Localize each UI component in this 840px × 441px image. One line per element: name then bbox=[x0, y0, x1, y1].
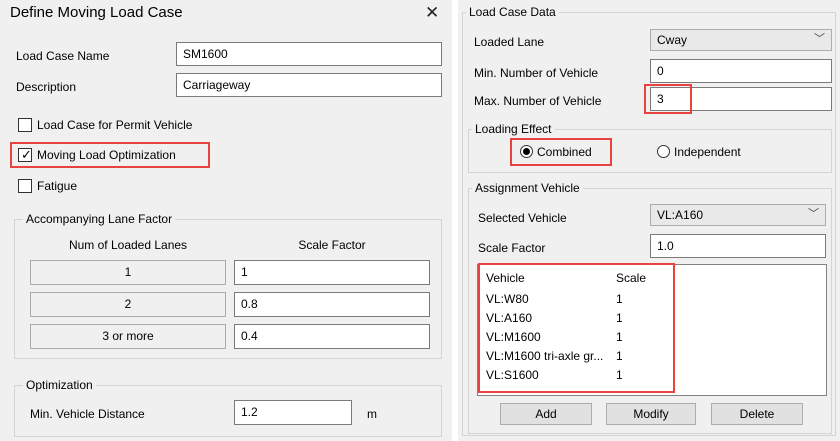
description-label: Description bbox=[16, 80, 77, 94]
min-vehicle-distance-label: Min. Vehicle Distance bbox=[30, 407, 145, 421]
assignment-vehicle-title: Assignment Vehicle bbox=[472, 181, 583, 195]
selected-vehicle-label: Selected Vehicle bbox=[478, 211, 567, 225]
vehicle-name[interactable]: VL:A160 bbox=[486, 311, 532, 325]
load-case-data-panel: Load Case Data Loaded Lane Cway ﹀ Min. N… bbox=[458, 0, 840, 441]
fatigue-checkbox[interactable] bbox=[18, 179, 32, 193]
vehicle-scale[interactable]: 1 bbox=[616, 368, 623, 382]
vehicle-scale[interactable]: 1 bbox=[616, 349, 623, 363]
loaded-lane-select[interactable]: Cway ﹀ bbox=[650, 29, 832, 51]
vehicle-scale[interactable]: 1 bbox=[616, 292, 623, 306]
accompanying-lane-factor-title: Accompanying Lane Factor bbox=[23, 212, 176, 226]
combined-radio[interactable] bbox=[520, 145, 533, 158]
load-case-name-label: Load Case Name bbox=[16, 49, 110, 63]
lane-count-cell: 1 bbox=[30, 260, 226, 285]
loaded-lane-label: Loaded Lane bbox=[474, 35, 545, 49]
moving-load-optimization-label: Moving Load Optimization bbox=[37, 148, 176, 162]
scale-factor-input[interactable]: 1.0 bbox=[650, 234, 826, 258]
permit-vehicle-checkbox[interactable] bbox=[18, 118, 32, 132]
load-case-data-title: Load Case Data bbox=[466, 5, 559, 19]
lane-count-cell: 2 bbox=[30, 292, 226, 317]
lane-scale-input[interactable]: 1 bbox=[234, 260, 430, 285]
min-vehicle-distance-unit: m bbox=[367, 407, 377, 421]
selected-vehicle-value: VL:A160 bbox=[657, 208, 704, 222]
add-button[interactable]: Add bbox=[500, 403, 592, 425]
vehicle-name[interactable]: VL:W80 bbox=[486, 292, 529, 306]
min-vehicles-input[interactable]: 0 bbox=[650, 59, 832, 83]
vehicle-scale[interactable]: 1 bbox=[616, 330, 623, 344]
min-vehicle-distance-input[interactable]: 1.2 bbox=[234, 400, 352, 425]
num-loaded-lanes-header: Num of Loaded Lanes bbox=[68, 238, 188, 252]
scale-factor-label: Scale Factor bbox=[478, 241, 546, 255]
loading-effect-title: Loading Effect bbox=[472, 122, 555, 136]
lane-scale-input[interactable]: 0.4 bbox=[234, 324, 430, 349]
permit-vehicle-label: Load Case for Permit Vehicle bbox=[37, 118, 193, 132]
dialog-title: Define Moving Load Case bbox=[10, 4, 183, 21]
chevron-down-icon: ﹀ bbox=[808, 208, 819, 220]
vehicle-name[interactable]: VL:M1600 tri-axle gr... bbox=[486, 349, 603, 363]
lane-scale-input[interactable]: 0.8 bbox=[234, 292, 430, 317]
moving-load-optimization-checkbox[interactable]: ✓ bbox=[18, 147, 32, 162]
lane-count-cell: 3 or more bbox=[30, 324, 226, 349]
modify-button[interactable]: Modify bbox=[606, 403, 696, 425]
delete-button[interactable]: Delete bbox=[711, 403, 803, 425]
loaded-lane-value: Cway bbox=[657, 33, 688, 47]
chevron-down-icon: ﹀ bbox=[814, 33, 825, 45]
close-icon[interactable]: ✕ bbox=[425, 4, 439, 21]
selected-vehicle-select[interactable]: VL:A160 ﹀ bbox=[650, 204, 826, 226]
independent-label: Independent bbox=[674, 145, 741, 159]
optimization-title: Optimization bbox=[23, 378, 96, 392]
vehicle-scale[interactable]: 1 bbox=[616, 311, 623, 325]
vehicle-column-header[interactable]: Vehicle bbox=[486, 271, 525, 285]
load-case-name-input[interactable]: SM1600 bbox=[176, 42, 442, 66]
description-input[interactable]: Carriageway bbox=[176, 73, 442, 97]
independent-radio[interactable] bbox=[657, 145, 670, 158]
max-vehicles-label: Max. Number of Vehicle bbox=[474, 94, 602, 108]
vehicle-name[interactable]: VL:S1600 bbox=[486, 368, 539, 382]
combined-label: Combined bbox=[537, 145, 592, 159]
define-moving-load-case-dialog: Define Moving Load Case ✕ Load Case Name… bbox=[0, 0, 452, 441]
max-vehicles-highlight bbox=[644, 84, 692, 114]
scale-column-header[interactable]: Scale bbox=[616, 271, 646, 285]
check-icon: ✓ bbox=[21, 147, 32, 162]
vehicle-name[interactable]: VL:M1600 bbox=[486, 330, 541, 344]
min-vehicles-label: Min. Number of Vehicle bbox=[474, 66, 599, 80]
fatigue-label: Fatigue bbox=[37, 179, 78, 193]
scale-factor-header: Scale Factor bbox=[298, 238, 366, 252]
